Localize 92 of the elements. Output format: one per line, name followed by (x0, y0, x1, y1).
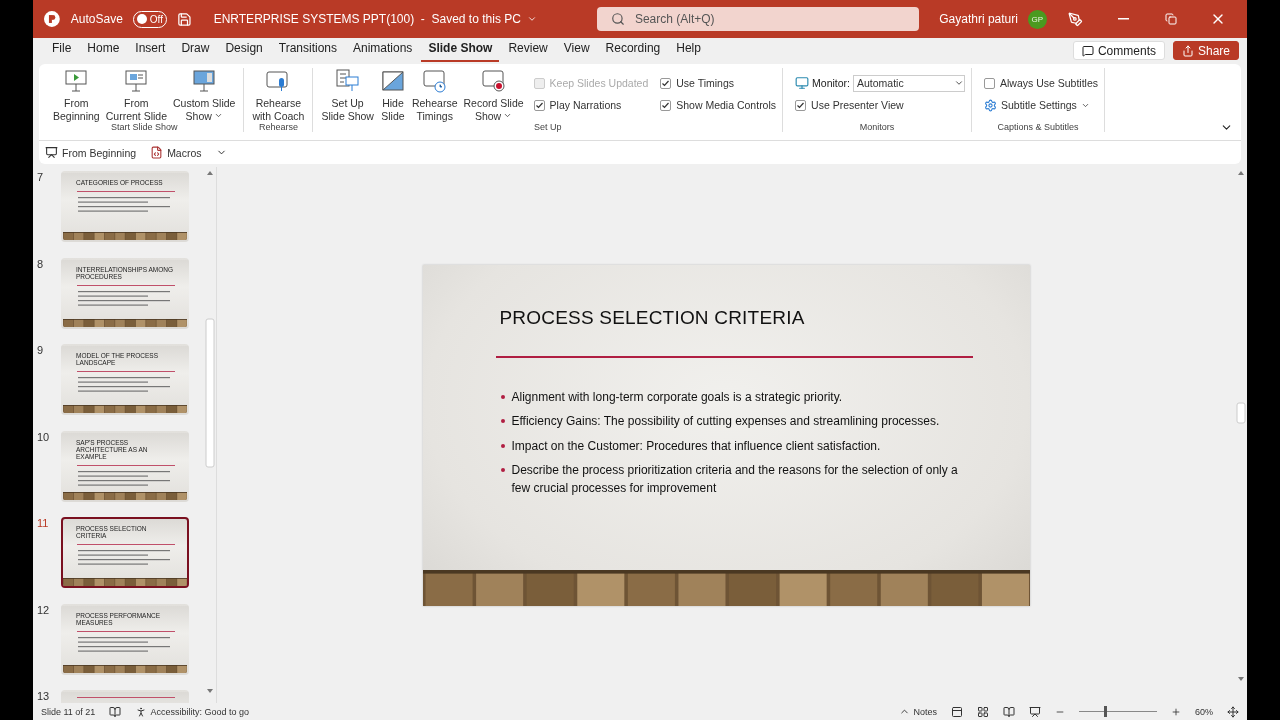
slide-number: 10 (37, 430, 51, 445)
bullet-icon (500, 419, 505, 423)
search-field[interactable]: Search (Alt+Q) (596, 7, 920, 31)
ribbon-tab[interactable]: Design (218, 38, 270, 62)
pen-icon (1068, 11, 1083, 27)
screen-timer-icon (421, 68, 448, 94)
ribbon-button[interactable]: Hide Slide (377, 68, 408, 122)
ribbon-button[interactable]: From Beginning (51, 68, 102, 122)
reading-view-icon[interactable] (1003, 705, 1015, 718)
screen-play-icon (63, 68, 90, 94)
bullet-text: Describe the process prioritization criteria and the reasons for the selection of only a few crucial processes for improvement (511, 462, 959, 497)
slide-counter: Slide 11 of 21 (41, 706, 96, 717)
accessibility-button[interactable]: Accessibility: Good to go (135, 705, 249, 718)
slide-number: 7 (37, 171, 45, 185)
slide-title: PROCESS SELECTION CRITERIA (499, 306, 806, 329)
slideshow-icon[interactable] (1029, 705, 1041, 718)
checkbox[interactable]: Show Media Controls (660, 99, 777, 111)
ribbon-tab[interactable]: Draw (174, 38, 217, 62)
ribbon-tab[interactable]: Home (80, 38, 127, 62)
monitor-select[interactable]: Automatic (853, 74, 965, 92)
check-icon (661, 100, 671, 110)
zoom-level: 60% (1195, 706, 1213, 717)
ribbon-button[interactable]: Set Up Slide Show (319, 68, 376, 122)
slide-number: 8 (37, 257, 45, 272)
bullet-text: Efficiency Gains: The possibility of cutting expenses and streamlining processes. (511, 413, 940, 430)
group-label: Rehearse (258, 122, 298, 132)
ribbon-tab[interactable]: Review (501, 38, 555, 62)
slide-number: 12 (37, 603, 51, 618)
fit-slide-icon[interactable] (1227, 705, 1239, 718)
group-label: Monitors (859, 122, 895, 132)
checklist-screen-icon (334, 68, 361, 94)
checkbox[interactable]: Always Use Subtitles (984, 77, 1099, 89)
comments-button[interactable]: Comments (1072, 41, 1165, 60)
comment-icon (1081, 44, 1094, 57)
spelling-book-icon[interactable] (109, 705, 122, 718)
ribbon-button[interactable]: Custom Slide Show (171, 68, 238, 122)
save-icon[interactable] (176, 11, 192, 27)
slide-sorter-icon[interactable] (977, 705, 989, 718)
code-file-icon (150, 146, 164, 159)
bullet-icon (500, 443, 505, 448)
gear-icon (984, 98, 997, 112)
slide-number: 13 (37, 690, 51, 703)
app-logo-icon (43, 10, 61, 28)
check-icon (796, 100, 806, 110)
checkbox[interactable]: Play Narrations (533, 99, 649, 111)
zoom-in-icon[interactable] (1171, 706, 1181, 717)
check-icon (661, 78, 671, 88)
subtitle-settings-button[interactable]: Subtitle Settings (984, 98, 1099, 112)
slide-number: 11 (37, 517, 50, 531)
ribbon-button[interactable]: Record Slide Show (461, 68, 526, 122)
monitor-label: Monitor: (812, 77, 850, 89)
slide-number: 9 (37, 344, 45, 358)
checkbox[interactable]: Use Presenter View (795, 99, 965, 111)
group-label: Captions & Subtitles (997, 122, 1079, 132)
quick-access-button[interactable]: From Beginning (45, 146, 137, 159)
ribbon-tab[interactable]: Help (669, 38, 708, 62)
group-label: Start Slide Show (110, 122, 178, 132)
bullet-icon (500, 468, 505, 472)
ribbon-tab[interactable]: Insert (128, 38, 173, 62)
notes-button[interactable]: Notes (899, 706, 937, 717)
bullet-icon (500, 394, 505, 399)
checkbox[interactable]: Use Timings (660, 77, 777, 89)
caret-icon (526, 14, 537, 24)
ribbon-button[interactable]: From Current Slide (103, 68, 169, 122)
presentation-icon (45, 146, 58, 159)
ribbon-tab[interactable]: File (45, 38, 79, 62)
monitor-icon (795, 76, 810, 90)
autosave-label: AutoSave (70, 12, 123, 26)
ribbon-tab[interactable]: Recording (598, 38, 668, 62)
screen-record-icon (480, 68, 507, 94)
ribbon-tab[interactable]: Slide Show (421, 38, 500, 62)
ribbon-button[interactable]: Rehearse with Coach (250, 68, 307, 122)
normal-view-icon[interactable] (951, 705, 963, 718)
ribbon-tab[interactable]: Animations (346, 38, 420, 62)
restore-icon (1164, 13, 1177, 25)
ribbon-tab[interactable]: View (556, 38, 597, 62)
group-label: Set Up (533, 122, 562, 132)
document-title[interactable]: ENRTERPRISE SYSTEMS PPT(100) - Saved to this PC (213, 12, 537, 26)
bullet-text: Impact on the Customer: Procedures that influence client satisfaction. (511, 437, 881, 455)
share-button[interactable]: Share (1172, 41, 1239, 60)
check-icon (534, 100, 544, 110)
ribbon-button[interactable]: Rehearse Timings (409, 68, 460, 122)
share-icon (1181, 44, 1194, 57)
minimize-icon (1117, 18, 1129, 20)
user-name: Gayathri paturi (939, 12, 1018, 26)
quick-access-button[interactable]: Macros (150, 146, 202, 159)
hidden-slide-icon (379, 68, 406, 94)
ribbon-tab[interactable]: Transitions (271, 38, 344, 62)
bullet-text: Alignment with long-term corporate goals is a strategic priority. (511, 388, 843, 406)
caret-icon (954, 78, 964, 88)
screen-slide-icon (123, 68, 150, 94)
screen-slides-icon (191, 68, 218, 94)
